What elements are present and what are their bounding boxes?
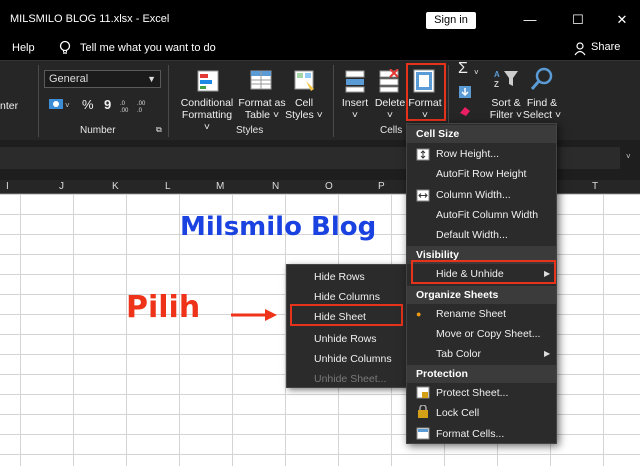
menu-item-format-cells[interactable]: Format Cells... [436, 428, 504, 440]
menu-item-autofit-row-height[interactable]: AutoFit Row Height [436, 168, 526, 180]
menu-item-hide-columns[interactable]: Hide Columns [314, 291, 380, 303]
sign-in-button[interactable]: Sign in [426, 12, 476, 29]
person-icon [574, 42, 586, 56]
format-cells-menu-icon [416, 427, 430, 440]
menu-item-unhide-rows[interactable]: Unhide Rows [314, 333, 376, 345]
menu-item-lock-cell[interactable]: Lock Cell [436, 407, 479, 419]
window-title: MILSMILO BLOG 11.xlsx - Excel [10, 13, 170, 25]
menu-item-tab-color[interactable]: Tab Color [436, 348, 481, 360]
menu-item-row-height[interactable]: Row Height... [436, 148, 499, 160]
delete-button[interactable]: Delete ˅ [373, 97, 407, 121]
svg-text:.00: .00 [137, 101, 146, 107]
menu-item-move-copy-sheet[interactable]: Move or Copy Sheet... [436, 328, 540, 340]
lock-icon [418, 405, 428, 418]
minimize-button[interactable]: — [520, 10, 540, 30]
menu-item-default-width[interactable]: Default Width... [436, 229, 508, 241]
svg-text:˅: ˅ [65, 101, 70, 110]
column-header[interactable]: M [216, 181, 224, 192]
section-header-organize-sheets: Organize Sheets [407, 286, 556, 304]
share-button[interactable]: Share [591, 41, 620, 53]
arrow-right-icon [231, 309, 277, 321]
conditional-formatting-icon [197, 70, 219, 92]
column-header[interactable]: O [325, 181, 333, 192]
eraser-icon[interactable] [458, 105, 472, 117]
protect-sheet-icon [416, 386, 430, 399]
menu-item-protect-sheet[interactable]: Protect Sheet... [436, 387, 508, 399]
hide-sheet-highlight [290, 304, 403, 326]
restore-button[interactable]: ☐ [568, 10, 588, 30]
menu-item-unhide-columns[interactable]: Unhide Columns [314, 353, 392, 365]
insert-button[interactable]: Insert ˅ [338, 97, 372, 121]
autosum-icon[interactable]: Σ [458, 61, 468, 77]
lightbulb-icon [59, 40, 71, 54]
cell-styles-button[interactable]: Cell Styles ˅ [284, 97, 324, 121]
magnifier-icon [530, 67, 553, 90]
delete-cells-icon [379, 69, 399, 93]
row-height-icon [416, 148, 430, 161]
fill-down-icon[interactable] [458, 85, 472, 99]
ribbon-separator [168, 65, 169, 137]
svg-text:Z: Z [494, 80, 499, 89]
column-header[interactable]: L [165, 181, 171, 192]
tell-me-search[interactable]: Tell me what you want to do [80, 42, 216, 54]
hide-unhide-highlight [411, 260, 556, 284]
menu-item-autofit-column-width[interactable]: AutoFit Column Width [436, 209, 538, 221]
group-label-styles: Styles [236, 125, 264, 136]
pilih-annotation: Pilih [126, 290, 201, 325]
svg-text:.0: .0 [137, 108, 143, 113]
alignment-partial-label: nter [0, 100, 19, 112]
svg-text:.0: .0 [120, 101, 126, 107]
comma-button[interactable]: 9 [104, 98, 111, 111]
blog-title-text: Milsmilo Blog [180, 212, 377, 242]
svg-text:A: A [494, 70, 500, 79]
sort-filter-icon: A Z [494, 70, 518, 89]
section-header-protection: Protection [407, 365, 556, 383]
autosum-dropdown-icon[interactable]: ˅ [474, 67, 479, 79]
group-label-cells: Cells [380, 125, 403, 136]
section-header-cell-size: Cell Size [407, 125, 556, 143]
menu-item-column-width[interactable]: Column Width... [436, 189, 511, 201]
currency-icon[interactable]: ˅ [48, 96, 72, 112]
menu-item-hide-rows[interactable]: Hide Rows [314, 271, 365, 283]
hide-unhide-submenu: Hide Rows Hide Columns Hide Sheet Unhide… [286, 264, 408, 388]
format-as-table-button[interactable]: Format as Table ˅ [237, 97, 287, 121]
format-button-highlight [406, 63, 446, 121]
column-header[interactable]: J [59, 181, 64, 192]
cell-styles-icon [294, 70, 314, 91]
ribbon-separator [333, 65, 334, 137]
formula-expand-icon[interactable]: ˅ [626, 152, 631, 161]
format-as-table-icon [250, 70, 272, 90]
find-select-button[interactable]: Find & Select ˅ [522, 97, 562, 121]
column-header[interactable]: P [378, 181, 385, 192]
bullet-icon: ● [416, 309, 422, 319]
column-header[interactable]: T [592, 181, 598, 192]
percent-button[interactable]: % [82, 98, 94, 111]
conditional-formatting-button[interactable]: Conditional Formatting ˅ [178, 97, 236, 133]
menu-item-rename-sheet[interactable]: Rename Sheet [436, 308, 506, 320]
menu-item-unhide-sheet: Unhide Sheet... [314, 373, 387, 385]
sort-filter-button[interactable]: Sort & Filter ˅ [486, 97, 526, 121]
menu-bar: Help Tell me what you want to do Share [0, 38, 640, 60]
submenu-arrow-icon: ▶ [544, 349, 551, 358]
column-header[interactable]: K [112, 181, 119, 192]
number-dialog-launcher[interactable]: ⧉ [156, 125, 162, 135]
title-bar: MILSMILO BLOG 11.xlsx - Excel Sign in — … [0, 0, 640, 38]
column-header[interactable]: N [272, 181, 279, 192]
group-label-number: Number [80, 125, 116, 136]
close-button[interactable]: ✕ [612, 10, 632, 30]
menu-help[interactable]: Help [12, 42, 35, 54]
decimal-icon[interactable]: .0.00 .00.0 [120, 97, 154, 113]
number-format-select[interactable]: General ▼ [44, 70, 161, 88]
ribbon-separator [38, 65, 39, 137]
insert-cells-icon [345, 70, 365, 93]
svg-text:.00: .00 [120, 108, 129, 113]
column-header[interactable]: I [6, 181, 9, 192]
column-width-icon [416, 189, 430, 202]
